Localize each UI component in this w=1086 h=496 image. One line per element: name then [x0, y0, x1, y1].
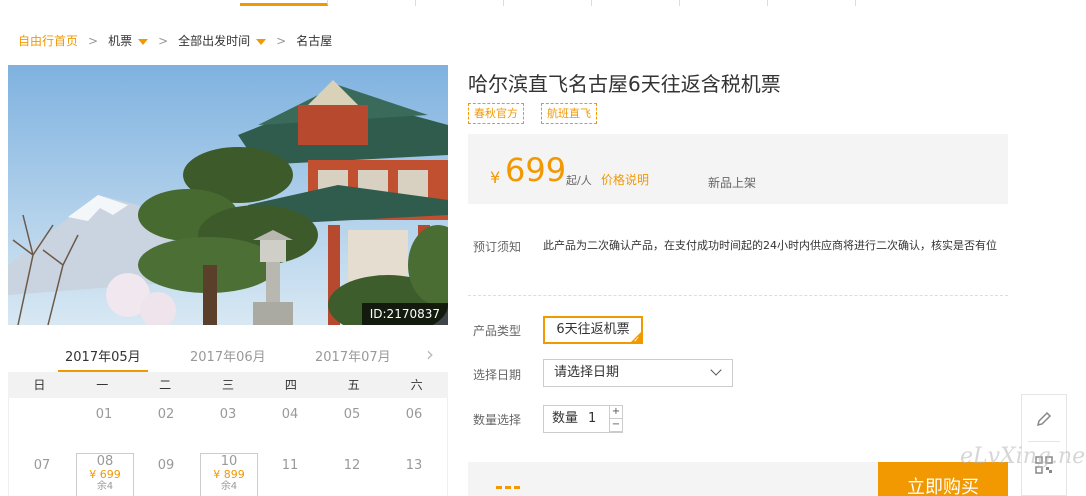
breadcrumb-destination: 名古屋	[296, 34, 333, 48]
calendar-day-number: 10	[220, 454, 238, 469]
type-label: 产品类型	[473, 324, 522, 338]
calendar-day-number: 08	[96, 454, 114, 469]
calendar-day-price: ¥ 699	[89, 468, 121, 481]
weekday-fri: 五	[347, 378, 360, 392]
product-title: 哈尔滨直飞名古屋6天往返含税机票	[468, 72, 781, 96]
calendar-day-price: ¥ 899	[213, 468, 245, 481]
nav-item[interactable]	[592, 0, 680, 6]
toolbar-divider	[1028, 441, 1060, 442]
price-unit: 起/人	[566, 174, 592, 187]
weekday-mon: 一	[96, 378, 109, 392]
breadcrumb-separator: >	[276, 33, 287, 48]
price-panel: ¥ 699 起/人 价格说明 新品上架	[468, 134, 1008, 204]
calendar-day-stock: 余4	[220, 481, 238, 492]
caret-down-icon	[138, 38, 149, 45]
weekday-wed: 三	[222, 378, 235, 392]
quantity-decrement-button[interactable]: −	[609, 418, 623, 432]
calendar-day-available[interactable]: 10 ¥ 899 余4	[200, 453, 258, 496]
breadcrumb-category-label: 机票	[108, 34, 133, 48]
quantity-stepper[interactable]: 数量 1 + −	[543, 405, 623, 433]
nav-item-active[interactable]	[240, 0, 328, 6]
price-placeholder-dash	[496, 486, 520, 489]
calendar-grid: 01 02 03 04 05 06 07 08 ¥ 699 余4 09 10 ¥…	[8, 398, 448, 496]
weekday-tue: 二	[159, 378, 172, 392]
calendar-day: 12	[343, 458, 361, 473]
quantity-label: 数量选择	[473, 413, 522, 427]
breadcrumb: 自由行首页 > 机票 > 全部出发时间 > 名古屋	[18, 32, 332, 49]
tag-direct-flight: 航班直飞	[541, 103, 597, 124]
nav-item[interactable]	[416, 0, 504, 6]
date-label: 选择日期	[473, 368, 522, 382]
watermark: eLvXing.net	[960, 444, 1086, 469]
status-badge: 新品上架	[708, 176, 757, 190]
date-placeholder: 请选择日期	[554, 365, 620, 380]
calendar-month-tabs: 2017年05月 2017年06月 2017年07月 ›	[8, 340, 448, 374]
feedback-button[interactable]	[1022, 397, 1066, 441]
calendar-weekday-header: 日 一 二 三 四 五 六	[8, 372, 448, 398]
calendar-day: 07	[33, 458, 51, 473]
price-amount: 699	[505, 151, 567, 189]
calendar-day: 01	[95, 407, 113, 422]
tab-month-2[interactable]: 2017年06月	[190, 346, 266, 365]
currency-symbol: ¥	[490, 168, 501, 187]
top-nav	[240, 0, 856, 6]
quantity-inner-label: 数量	[552, 411, 579, 426]
weekday-sun: 日	[33, 378, 46, 392]
calendar-day: 02	[157, 407, 175, 422]
calendar-day: 05	[343, 407, 361, 422]
breadcrumb-separator: >	[88, 33, 99, 48]
breadcrumb-departure-label: 全部出发时间	[178, 34, 251, 48]
divider	[468, 295, 1008, 296]
product-type-value: 6天往返机票	[556, 322, 630, 337]
nav-item[interactable]	[504, 0, 592, 6]
calendar-day-available[interactable]: 08 ¥ 699 余4	[76, 453, 134, 496]
product-photo: ID:2170837	[8, 65, 448, 325]
temple-photo-illustration	[8, 65, 448, 325]
calendar-day: 13	[405, 458, 423, 473]
notice-label: 预订须知	[473, 240, 522, 254]
caret-down-icon	[256, 38, 267, 45]
price-explain-link[interactable]: 价格说明	[601, 171, 649, 188]
breadcrumb-departure-dropdown[interactable]: 全部出发时间	[178, 32, 267, 49]
calendar-day-stock: 余4	[96, 481, 114, 492]
quantity-increment-button[interactable]: +	[609, 405, 623, 419]
quantity-value[interactable]: 1	[588, 406, 596, 432]
chevron-down-icon	[710, 364, 722, 376]
nav-item[interactable]	[768, 0, 856, 6]
calendar-day: 04	[281, 407, 299, 422]
notice-text: 此产品为二次确认产品，在支付成功时间起的24小时内供应商将进行二次确认，核实是否…	[543, 239, 997, 252]
calendar-day: 09	[157, 458, 175, 473]
calendar-day: 06	[405, 407, 423, 422]
nav-item[interactable]	[680, 0, 768, 6]
tag-official: 春秋官方	[468, 103, 524, 124]
date-select[interactable]: 请选择日期	[543, 359, 733, 387]
chevron-right-icon[interactable]: ›	[426, 342, 434, 366]
breadcrumb-home-link[interactable]: 自由行首页	[18, 32, 78, 49]
nav-item[interactable]	[328, 0, 416, 6]
calendar-day: 11	[281, 458, 299, 473]
image-id-badge: ID:2170837	[361, 303, 448, 325]
breadcrumb-category-dropdown[interactable]: 机票	[108, 32, 149, 49]
tab-month-3[interactable]: 2017年07月	[315, 346, 391, 365]
product-type-option[interactable]: 6天往返机票 ✓	[543, 316, 643, 344]
pencil-icon	[1036, 411, 1052, 427]
breadcrumb-separator: >	[158, 33, 169, 48]
check-icon: ✓	[633, 335, 640, 344]
tab-month-1[interactable]: 2017年05月	[65, 346, 141, 365]
weekday-sat: 六	[410, 378, 423, 392]
weekday-thu: 四	[284, 378, 297, 392]
calendar-day: 03	[219, 407, 237, 422]
